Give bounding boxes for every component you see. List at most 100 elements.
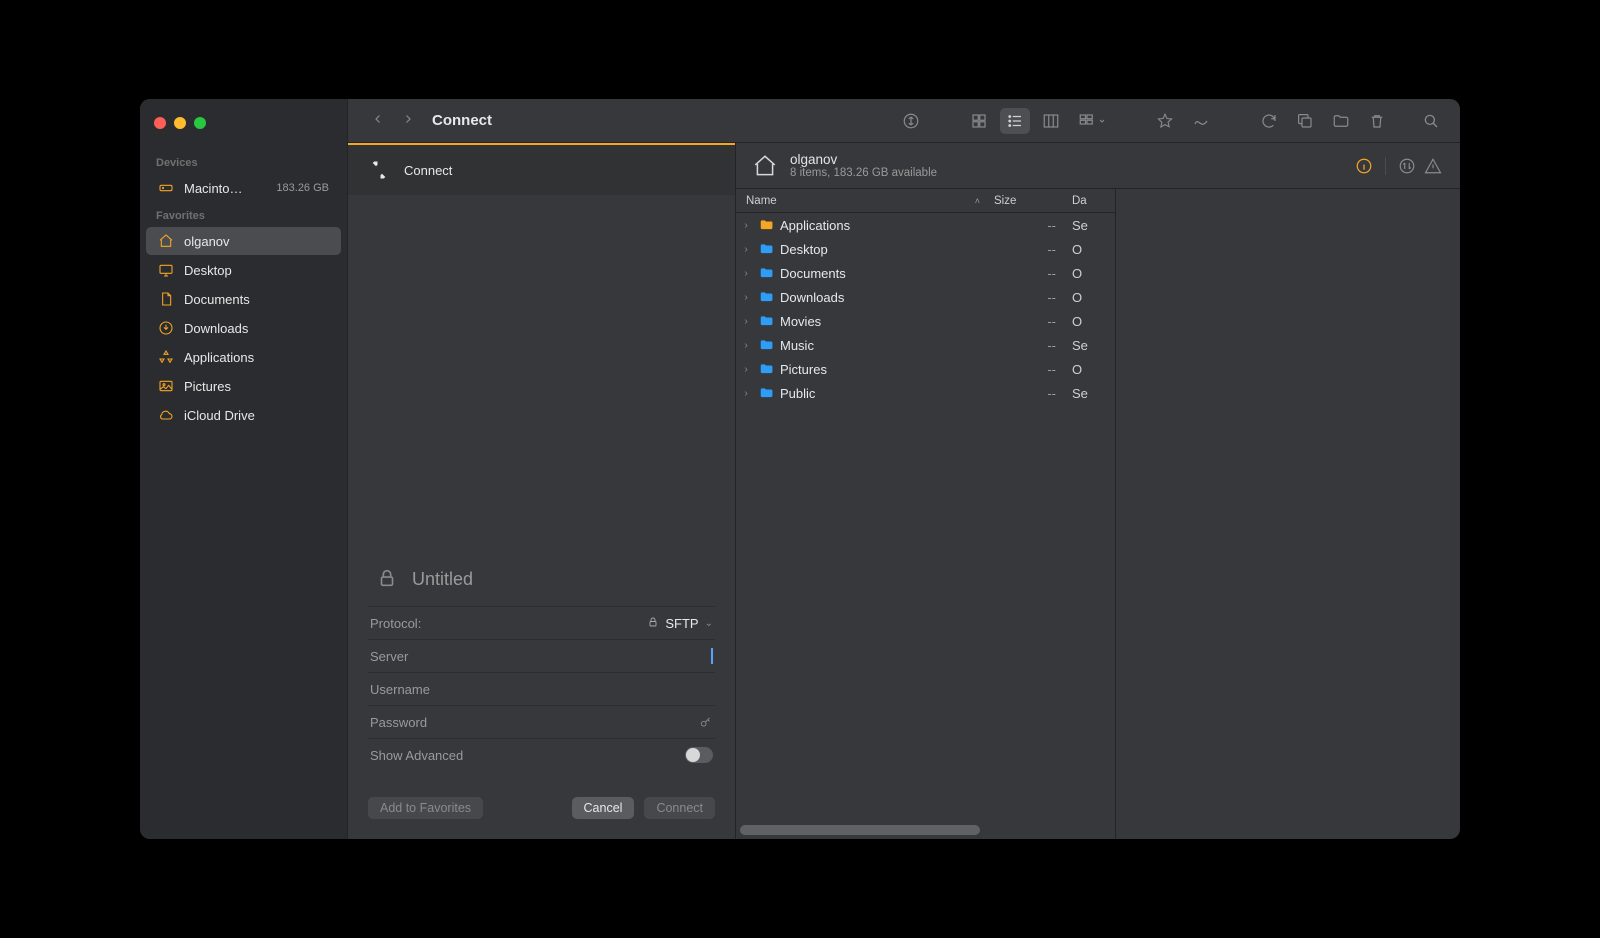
- new-folder-button[interactable]: [1326, 108, 1356, 134]
- connect-tab[interactable]: Connect: [348, 145, 735, 195]
- action-button[interactable]: [1186, 108, 1216, 134]
- sidebar-section-favorites: Favorites olganov Desktop Documents Down…: [140, 206, 347, 429]
- sync-button[interactable]: [896, 108, 926, 134]
- column-header-date[interactable]: Da: [1066, 195, 1115, 207]
- app-window: Devices Macinto… 183.26 GB Favorites olg…: [140, 99, 1460, 839]
- desktop-icon: [158, 262, 174, 278]
- file-row[interactable]: ›Music--Se: [736, 333, 1115, 357]
- protocol-row[interactable]: Protocol: SFTP ⌄: [368, 606, 715, 639]
- sidebar-item-pictures[interactable]: Pictures: [146, 372, 341, 400]
- disclosure-icon[interactable]: ›: [740, 388, 752, 399]
- toolbar-title: Connect: [432, 112, 492, 129]
- connect-button[interactable]: Connect: [644, 797, 715, 819]
- sidebar-item-home[interactable]: olganov: [146, 227, 341, 255]
- disclosure-icon[interactable]: ›: [740, 316, 752, 327]
- sidebar-section-devices: Devices Macinto… 183.26 GB: [140, 153, 347, 202]
- file-name: Documents: [780, 266, 846, 281]
- scrollbar-thumb[interactable]: [740, 825, 980, 835]
- sidebar-item-label: iCloud Drive: [184, 408, 329, 423]
- file-size: --: [988, 314, 1066, 329]
- password-label: Password: [370, 715, 427, 730]
- view-list-button[interactable]: [1000, 108, 1030, 134]
- show-advanced-toggle[interactable]: [685, 747, 713, 763]
- path-text: olganov 8 items, 183.26 GB available: [790, 152, 937, 179]
- file-size: --: [988, 338, 1066, 353]
- fullscreen-window-button[interactable]: [194, 117, 206, 129]
- password-row[interactable]: Password: [368, 705, 715, 738]
- file-date: O: [1066, 290, 1115, 305]
- file-row[interactable]: › Movies --O: [736, 309, 1115, 333]
- disclosure-icon[interactable]: ›: [740, 220, 752, 231]
- sidebar-item-icloud[interactable]: iCloud Drive: [146, 401, 341, 429]
- sidebar-heading-devices: Devices: [140, 153, 347, 173]
- disclosure-icon[interactable]: ›: [740, 340, 752, 351]
- warning-icon[interactable]: [1420, 153, 1446, 179]
- key-icon: [427, 715, 713, 729]
- file-row[interactable]: ›Pictures--O: [736, 357, 1115, 381]
- sidebar-item-desktop[interactable]: Desktop: [146, 256, 341, 284]
- info-icon[interactable]: [1351, 153, 1377, 179]
- file-size: --: [988, 362, 1066, 377]
- file-name: Movies: [780, 314, 821, 329]
- nav-back-button[interactable]: [366, 107, 390, 134]
- file-row[interactable]: ›Public--Se: [736, 381, 1115, 405]
- file-row[interactable]: ›Documents--O: [736, 261, 1115, 285]
- connect-form-title: Untitled: [412, 569, 473, 590]
- sidebar: Devices Macinto… 183.26 GB Favorites olg…: [140, 99, 348, 839]
- column-header-size[interactable]: Size: [988, 195, 1066, 207]
- copy-button[interactable]: [1290, 108, 1320, 134]
- nav-forward-button[interactable]: [396, 107, 420, 134]
- toolbar: Connect: [348, 99, 1460, 143]
- view-columns-button[interactable]: [1036, 108, 1066, 134]
- close-window-button[interactable]: [154, 117, 166, 129]
- disclosure-icon[interactable]: ›: [740, 268, 752, 279]
- username-row[interactable]: Username: [368, 672, 715, 705]
- connect-tab-strip: Connect: [348, 143, 735, 195]
- sidebar-item-documents[interactable]: Documents: [146, 285, 341, 313]
- folder-icon: [758, 338, 774, 352]
- minimize-window-button[interactable]: [174, 117, 186, 129]
- sidebar-heading-favorites: Favorites: [140, 206, 347, 226]
- file-date: Se: [1066, 386, 1115, 401]
- browser-panel: olganov 8 items, 183.26 GB available: [736, 143, 1460, 839]
- file-size: --: [988, 386, 1066, 401]
- refresh-button[interactable]: [1254, 108, 1284, 134]
- delete-button[interactable]: [1362, 108, 1392, 134]
- chevron-down-icon: ⌄: [705, 618, 713, 629]
- sort-asc-icon: ˄: [975, 196, 980, 206]
- lock-small-icon: [647, 616, 659, 631]
- sidebar-item-device[interactable]: Macinto… 183.26 GB: [146, 174, 341, 202]
- text-cursor: [711, 648, 713, 664]
- folder-icon: [758, 362, 774, 376]
- pictures-icon: [158, 378, 174, 394]
- file-date: O: [1066, 314, 1115, 329]
- favorite-button[interactable]: [1150, 108, 1180, 134]
- column-header-name[interactable]: Name ˄: [736, 195, 988, 207]
- transfers-icon[interactable]: [1394, 153, 1420, 179]
- add-to-favorites-button[interactable]: Add to Favorites: [368, 797, 483, 819]
- disclosure-icon[interactable]: ›: [740, 364, 752, 375]
- disclosure-icon[interactable]: ›: [740, 292, 752, 303]
- file-name: Applications: [780, 218, 850, 233]
- sidebar-item-meta: 183.26 GB: [276, 182, 329, 194]
- view-gallery-button[interactable]: [1072, 108, 1112, 134]
- sidebar-item-applications[interactable]: Applications: [146, 343, 341, 371]
- disclosure-icon[interactable]: ›: [740, 244, 752, 255]
- file-row[interactable]: ›Desktop--O: [736, 237, 1115, 261]
- file-row[interactable]: ›Applications--Se: [736, 213, 1115, 237]
- horizontal-scrollbar[interactable]: [740, 825, 1111, 835]
- server-row[interactable]: Server: [368, 639, 715, 672]
- show-advanced-row[interactable]: Show Advanced: [368, 738, 715, 771]
- file-date: O: [1066, 266, 1115, 281]
- connect-tab-label: Connect: [404, 163, 452, 178]
- protocol-value: SFTP: [665, 616, 698, 631]
- sidebar-item-label: Pictures: [184, 379, 329, 394]
- sidebar-item-downloads[interactable]: Downloads: [146, 314, 341, 342]
- file-date: Se: [1066, 218, 1115, 233]
- cancel-button[interactable]: Cancel: [572, 797, 635, 819]
- view-icons-button[interactable]: [964, 108, 994, 134]
- apps-icon: [158, 349, 174, 365]
- home-icon: [158, 233, 174, 249]
- search-button[interactable]: [1416, 108, 1446, 134]
- file-row[interactable]: ›Downloads--O: [736, 285, 1115, 309]
